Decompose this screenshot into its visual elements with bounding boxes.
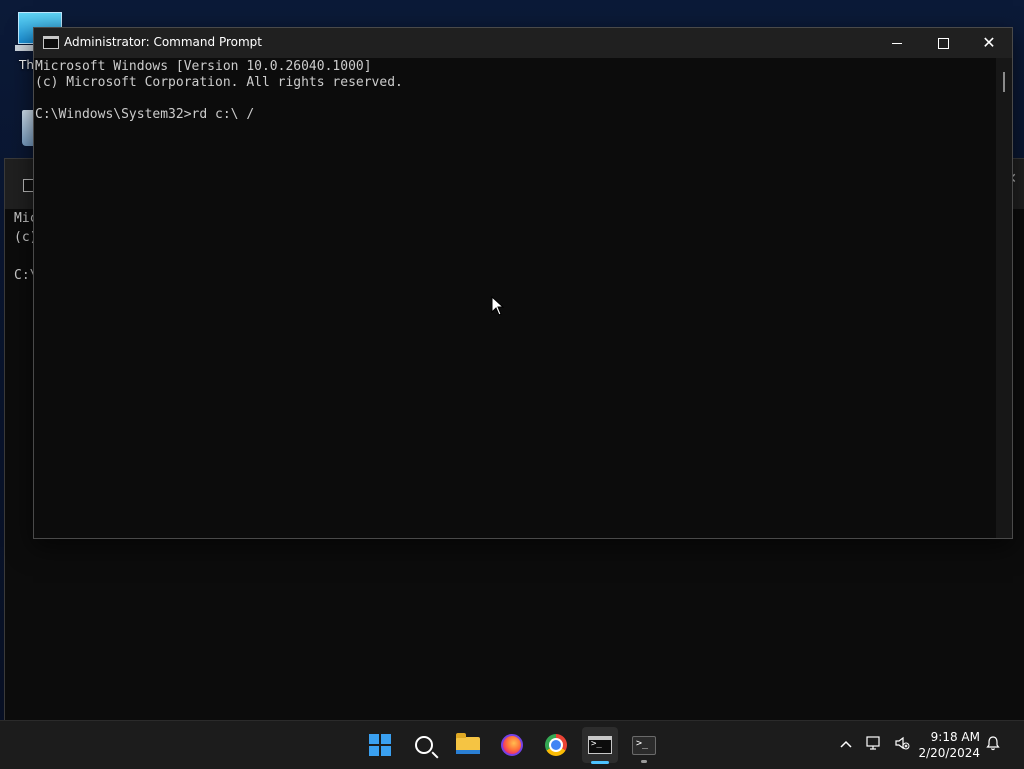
running-indicator xyxy=(641,760,647,763)
firefox-button[interactable] xyxy=(494,727,530,763)
start-button[interactable] xyxy=(362,727,398,763)
search-button[interactable] xyxy=(406,727,442,763)
minimize-icon xyxy=(892,42,902,44)
window-title: Administrator: Command Prompt xyxy=(64,35,262,49)
windows-start-icon xyxy=(369,734,391,756)
system-tray xyxy=(832,721,916,769)
firefox-icon xyxy=(501,734,523,756)
search-icon xyxy=(415,736,433,754)
active-indicator xyxy=(591,761,609,764)
maximize-icon xyxy=(937,37,949,49)
this-pc-label: Th xyxy=(19,58,34,72)
command-prompt-taskbar-button[interactable] xyxy=(582,727,618,764)
chrome-button[interactable] xyxy=(538,727,574,763)
close-icon: ✕ xyxy=(982,33,996,52)
cmd-icon xyxy=(43,36,59,49)
close-button[interactable]: ✕ xyxy=(966,28,1012,58)
cmd-icon xyxy=(588,736,612,754)
scroll-thumb[interactable] xyxy=(1003,72,1005,92)
volume-muted-icon[interactable] xyxy=(888,736,916,754)
minimize-button[interactable] xyxy=(874,28,920,58)
console-output[interactable]: Microsoft Windows [Version 10.0.26040.10… xyxy=(34,58,996,538)
notification-bell-icon[interactable] xyxy=(986,735,1000,755)
command-prompt-window[interactable]: Administrator: Command Prompt ✕ Microsof… xyxy=(33,27,1013,539)
maximize-button[interactable] xyxy=(920,28,966,58)
network-icon[interactable] xyxy=(860,736,888,754)
titlebar[interactable]: Administrator: Command Prompt ✕ xyxy=(34,28,1012,58)
terminal-taskbar-button[interactable] xyxy=(626,727,662,763)
chrome-icon xyxy=(545,734,567,756)
vertical-scrollbar[interactable] xyxy=(996,58,1012,538)
file-explorer-button[interactable] xyxy=(450,727,486,763)
chevron-up-icon[interactable] xyxy=(832,737,860,753)
terminal-icon xyxy=(632,735,656,755)
folder-icon xyxy=(456,732,480,754)
taskbar: 9:18 AM 2/20/2024 xyxy=(0,720,1024,769)
